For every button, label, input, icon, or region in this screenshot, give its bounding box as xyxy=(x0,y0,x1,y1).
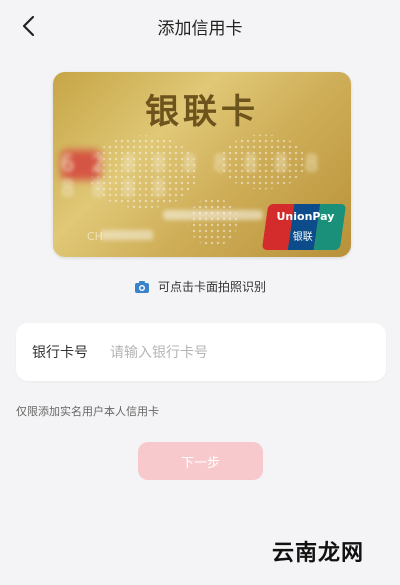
blurred-text xyxy=(163,210,263,220)
restriction-note: 仅限添加实名用户本人信用卡 xyxy=(16,405,159,418)
next-button[interactable]: 下一步 xyxy=(138,442,263,480)
scan-card-hint[interactable]: 可点击卡面拍照识别 xyxy=(0,278,400,295)
unionpay-logo: UnionPay 银联 xyxy=(261,204,347,250)
card-number-label: 银行卡号 xyxy=(32,345,88,361)
scan-text: 可点击卡面拍照识别 xyxy=(157,280,266,294)
nav-bar: 添加信用卡 xyxy=(0,0,400,52)
card-brand: 银联卡 xyxy=(145,92,259,132)
unionpay-label: UnionPay xyxy=(276,210,335,223)
watermark: 云南龙网 xyxy=(271,541,364,566)
card-preview[interactable]: 银联卡 6 2 8 8 8 8 8 8 8 8 8 8 8 CH UnionPa… xyxy=(53,72,351,257)
card-number-input[interactable] xyxy=(108,337,372,369)
card-number: 6 2 8 8 8 8 8 8 8 8 8 8 8 xyxy=(61,152,321,202)
page-title: 添加信用卡 xyxy=(157,19,243,39)
blurred-holder-name xyxy=(101,230,153,240)
unionpay-label-cn: 银联 xyxy=(292,232,313,243)
card-number-row: 银行卡号 xyxy=(16,323,386,381)
camera-icon xyxy=(134,280,149,293)
